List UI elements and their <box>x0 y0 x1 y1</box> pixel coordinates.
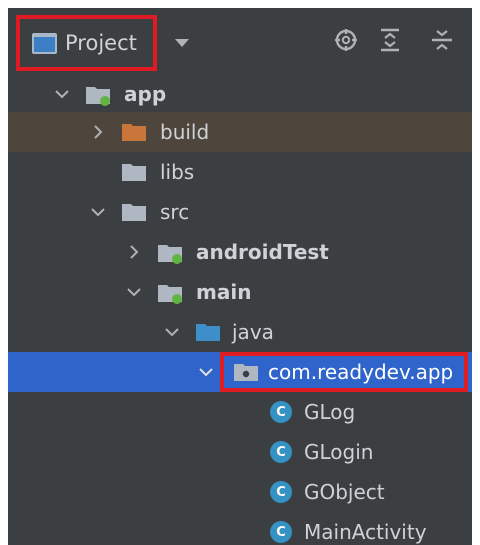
module-folder-icon <box>86 87 110 106</box>
chevron-down-icon[interactable] <box>54 86 70 102</box>
tree-item-java[interactable]: java <box>8 312 472 352</box>
chevron-down-icon[interactable] <box>198 364 214 380</box>
tree-item-label: java <box>232 320 274 344</box>
tree-item-label: libs <box>160 160 195 184</box>
tree-item-label: GObject <box>304 480 385 504</box>
tree-item-build[interactable]: build <box>8 112 472 152</box>
locate-target-icon[interactable] <box>334 28 358 52</box>
tree-item-main[interactable]: main <box>8 272 472 312</box>
class-icon: C <box>270 521 292 543</box>
project-toolbar: Project <box>8 8 472 76</box>
tree-item-package[interactable]: com.readydev.app <box>8 352 472 392</box>
dropdown-caret-icon[interactable] <box>175 39 189 47</box>
tree-item-label: androidTest <box>196 240 329 264</box>
tree-item-androidtest[interactable]: androidTest <box>8 232 472 272</box>
chevron-down-icon[interactable] <box>90 204 106 220</box>
chevron-right-icon[interactable] <box>126 244 142 260</box>
tree-item-label: src <box>160 200 190 224</box>
tree-item-glog[interactable]: C GLog <box>8 392 472 432</box>
view-mode-icon <box>32 32 57 54</box>
tree-item-label: MainActivity <box>304 520 427 544</box>
tree-item-label: app <box>124 82 167 106</box>
project-view-selector[interactable]: Project <box>16 15 157 71</box>
expand-all-icon[interactable] <box>380 28 400 52</box>
module-folder-icon <box>158 245 182 264</box>
chevron-down-icon[interactable] <box>164 324 180 340</box>
tree-item-libs[interactable]: libs <box>8 152 472 192</box>
tree-item-label: main <box>196 280 252 304</box>
folder-icon <box>122 204 146 221</box>
module-folder-icon <box>158 285 182 304</box>
tree-item-label: build <box>160 120 210 144</box>
tree-item-glogin[interactable]: C GLogin <box>8 432 472 472</box>
chevron-down-icon[interactable] <box>126 284 142 300</box>
tree-item-app[interactable]: app <box>8 74 472 114</box>
tree-item-label: com.readydev.app <box>268 360 454 384</box>
folder-icon <box>122 164 146 181</box>
tree-item-gobject[interactable]: C GObject <box>8 472 472 512</box>
class-icon: C <box>270 481 292 503</box>
chevron-right-icon[interactable] <box>90 124 106 140</box>
tree-item-src[interactable]: src <box>8 192 472 232</box>
orange-folder-icon <box>122 124 146 141</box>
class-icon: C <box>270 401 292 423</box>
tree-item-label: GLog <box>304 400 356 424</box>
project-tool-window: Project app build libs src androidTest m… <box>8 8 472 545</box>
class-icon: C <box>270 441 292 463</box>
tree-item-mainactivity[interactable]: C MainActivity <box>8 512 472 545</box>
collapse-all-icon[interactable] <box>432 28 452 52</box>
blue-source-folder-icon <box>196 324 220 341</box>
tree-item-label: GLogin <box>304 440 374 464</box>
package-icon <box>234 364 258 381</box>
project-view-label: Project <box>65 31 137 55</box>
